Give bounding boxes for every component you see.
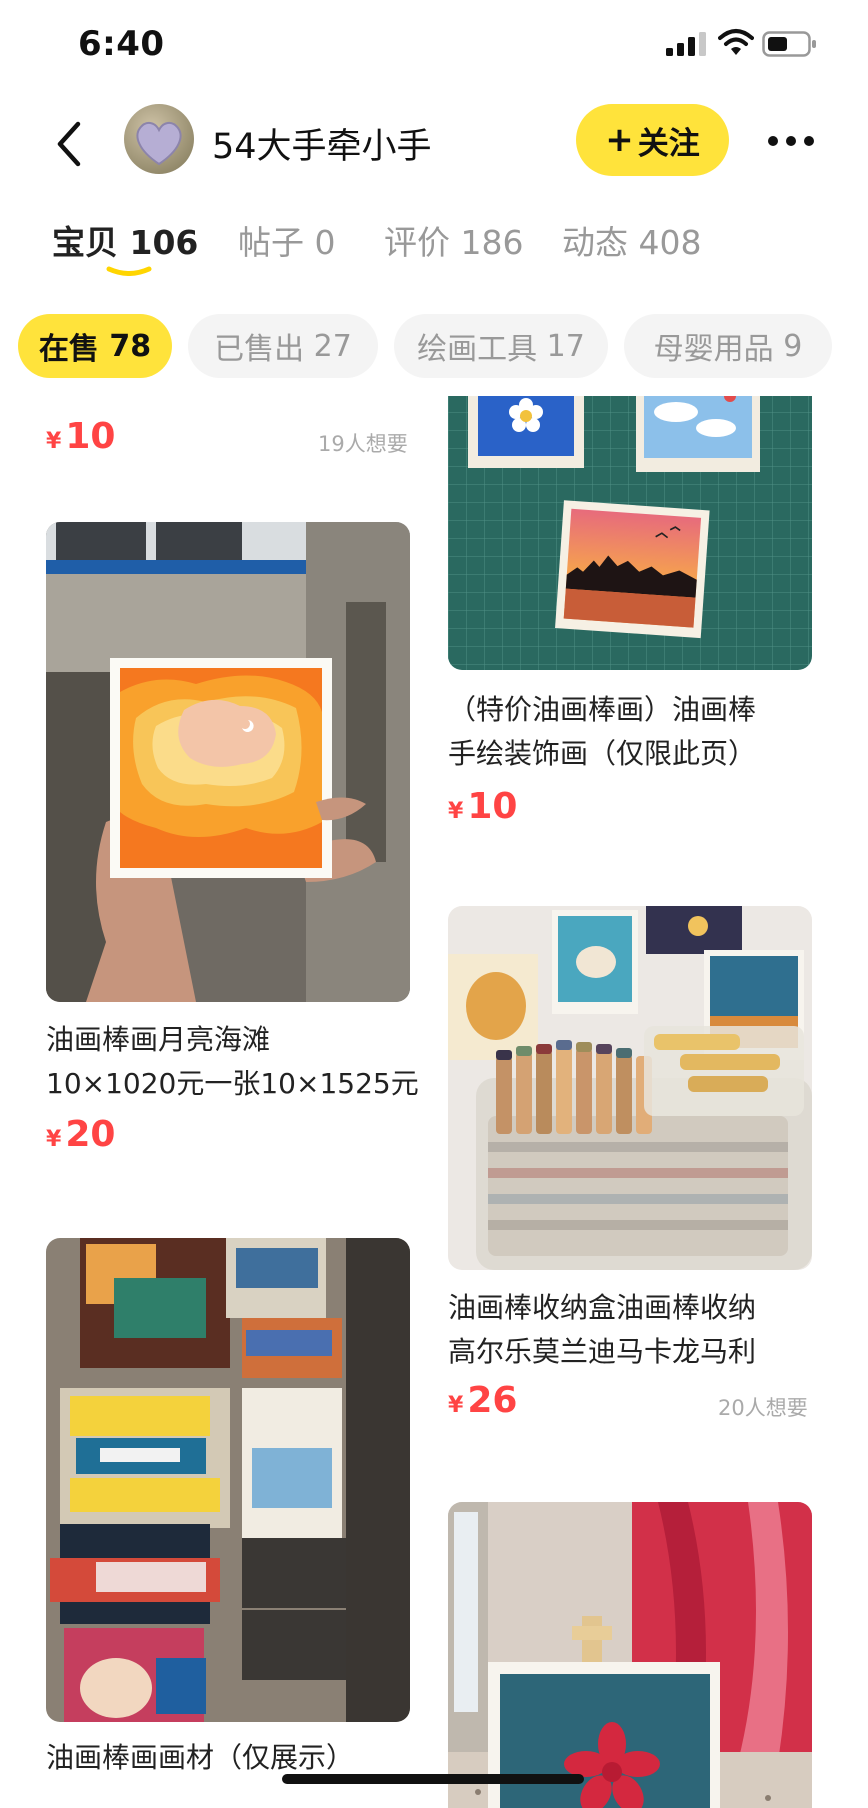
tab-label: 帖子 bbox=[238, 223, 304, 262]
product-image-storage-box[interactable] bbox=[448, 906, 812, 1270]
back-button[interactable] bbox=[46, 114, 96, 174]
wifi-icon bbox=[718, 29, 754, 55]
main-tabs: 宝贝 106 帖子 0 评价 186 动态 408 bbox=[0, 206, 868, 276]
product-title: 油画棒收纳盒油画棒收纳 高尔乐莫兰迪马卡龙马利 bbox=[448, 1291, 757, 1368]
tab-label: 动态 bbox=[562, 223, 628, 262]
tab-items[interactable]: 宝贝 106 bbox=[52, 216, 198, 264]
product-title: （特价油画棒画）油画棒 手绘装饰画（仅限此页） bbox=[448, 693, 757, 770]
filter-chips: 在售 78 已售出 27 绘画工具 17 母婴用品 9 bbox=[0, 314, 868, 378]
follow-button[interactable]: + 关注 bbox=[576, 104, 729, 176]
follow-plus-icon: + bbox=[605, 120, 634, 160]
tab-label: 评价 bbox=[384, 223, 450, 262]
follow-label: 关注 bbox=[637, 125, 700, 162]
tab-count: 186 bbox=[460, 223, 524, 262]
active-tab-indicator bbox=[106, 266, 152, 276]
tab-count: 408 bbox=[638, 223, 702, 262]
product-price: ¥26 bbox=[448, 1380, 518, 1421]
status-time: 6:40 bbox=[78, 24, 165, 64]
tab-posts[interactable]: 帖子 0 bbox=[238, 216, 336, 264]
chip-on-sale[interactable]: 在售 78 bbox=[18, 314, 172, 378]
tab-count: 0 bbox=[314, 223, 336, 262]
tab-label: 宝贝 bbox=[52, 223, 118, 262]
product-price: ¥20 bbox=[46, 1114, 116, 1155]
more-button[interactable] bbox=[766, 126, 816, 156]
cellular-signal-icon bbox=[666, 32, 706, 56]
product-price: ¥10 bbox=[448, 786, 518, 827]
shop-page: 6:40 54大手牵小手 + 关注 宝贝 106 帖子 0 评价 186 动态 … bbox=[0, 0, 868, 1808]
product-image-oil-pastel-cards[interactable] bbox=[448, 396, 812, 670]
chip-drawing-tools[interactable]: 绘画工具 17 bbox=[394, 314, 608, 378]
shop-name: 54大手牵小手 bbox=[212, 127, 432, 167]
status-bar: 6:40 bbox=[0, 0, 868, 90]
battery-icon bbox=[762, 31, 816, 57]
home-indicator bbox=[282, 1774, 584, 1784]
tab-count: 106 bbox=[129, 223, 199, 262]
want-count: 19人想要 bbox=[318, 432, 408, 456]
shop-header: 54大手牵小手 + 关注 bbox=[0, 90, 868, 200]
product-image-art-materials[interactable] bbox=[46, 1238, 410, 1722]
product-feed: ¥10 19人想要 （特价油画棒画）油画棒 手绘装饰画（仅限此页） ¥ 10 油… bbox=[0, 396, 868, 1808]
shop-avatar[interactable] bbox=[124, 104, 194, 174]
product-image-moon-beach[interactable] bbox=[46, 522, 410, 1002]
tab-reviews[interactable]: 评价 186 bbox=[384, 216, 524, 264]
chip-sold[interactable]: 已售出 27 bbox=[188, 314, 378, 378]
tab-activity[interactable]: 动态 408 bbox=[562, 216, 702, 264]
product-title: 油画棒画月亮海滩 10×1020元一张10×1525元 bbox=[46, 1023, 419, 1100]
product-price: ¥10 bbox=[46, 416, 116, 457]
chip-baby-products[interactable]: 母婴用品 9 bbox=[624, 314, 832, 378]
product-image-flower-card[interactable] bbox=[448, 1502, 812, 1808]
want-count: 20人想要 bbox=[718, 1396, 808, 1420]
